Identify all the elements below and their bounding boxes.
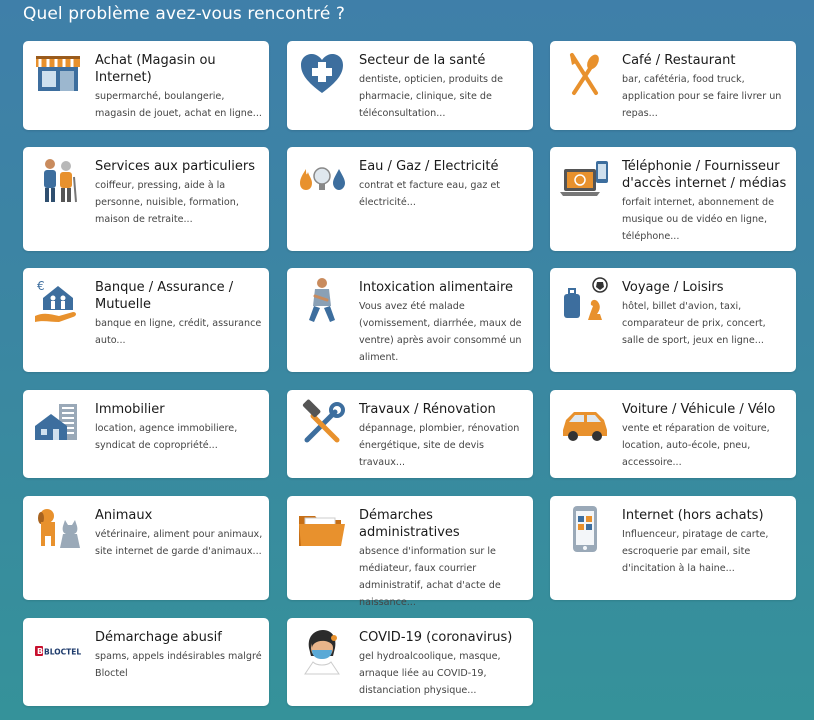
card-description: gel hydroalcoolique, masque, arnaque lié… <box>359 651 501 696</box>
card-title: Intoxication alimentaire <box>359 280 514 295</box>
card-intoxication[interactable]: Intoxication alimentaire Vous avez été m… <box>287 268 533 372</box>
card-description: dépannage, plombier, rénovation énergéti… <box>359 423 520 468</box>
smartphone-icon <box>560 504 610 554</box>
page-title: Quel problème avez-vous rencontré ? <box>23 4 346 24</box>
sick-person-icon <box>297 276 347 326</box>
card-title: Démarches administratives <box>359 508 460 540</box>
card-telephonie-internet[interactable]: Téléphonie / Fournisseur d'accès interne… <box>550 147 796 251</box>
svg-text:B: B <box>37 647 43 656</box>
fork-knife-icon <box>560 49 610 99</box>
health-heart-icon <box>297 49 347 99</box>
card-description: dentiste, opticien, produits de pharmaci… <box>359 74 503 119</box>
people-icon <box>33 155 83 205</box>
card-title: Café / Restaurant <box>622 53 736 68</box>
utilities-icon <box>297 155 347 205</box>
card-title: Animaux <box>95 508 153 523</box>
card-voyage-loisirs[interactable]: Voyage / Loisirs hôtel, billet d'avion, … <box>550 268 796 372</box>
card-description: absence d'information sur le médiateur, … <box>359 546 501 608</box>
card-description: vétérinaire, aliment pour animaux, site … <box>95 529 263 557</box>
card-description: bar, cafétéria, food truck, application … <box>622 74 782 119</box>
card-demarches-administratives[interactable]: Démarches administratives absence d'info… <box>287 496 533 608</box>
hammer-wrench-icon <box>297 398 347 448</box>
shop-icon <box>33 49 83 99</box>
card-title: Services aux particuliers <box>95 159 255 174</box>
folder-icon <box>297 504 347 554</box>
card-cafe-restaurant[interactable]: Café / Restaurant bar, cafétéria, food t… <box>550 41 796 130</box>
card-description: vente et réparation de voiture, location… <box>622 423 770 468</box>
laptop-phone-icon <box>560 155 610 205</box>
card-title: Internet (hors achats) <box>622 508 764 523</box>
car-icon <box>560 398 610 448</box>
bloctel-logo-text: BLOCTEL <box>44 648 81 657</box>
card-title: Eau / Gaz / Electricité <box>359 159 499 174</box>
card-description: spams, appels indésirables malgré Blocte… <box>95 651 262 679</box>
dog-cat-icon <box>33 504 83 554</box>
card-achat[interactable]: Achat (Magasin ou Internet) supermarché,… <box>23 41 269 130</box>
card-description: location, agence immobiliere, syndicat d… <box>95 423 238 451</box>
card-description: contrat et facture eau, gaz et électrici… <box>359 180 501 208</box>
bloctel-logo-icon: B BLOCTEL <box>33 626 83 676</box>
svg-text:€: € <box>37 279 45 293</box>
card-services-particuliers[interactable]: Services aux particuliers coiffeur, pres… <box>23 147 269 251</box>
card-title: Banque / Assurance / Mutuelle <box>95 280 234 312</box>
card-title: Immobilier <box>95 402 165 417</box>
card-title: Démarchage abusif <box>95 630 222 645</box>
card-banque-assurance[interactable]: € Banque / Assurance / Mutuelle banque e… <box>23 268 269 372</box>
card-title: Téléphonie / Fournisseur d'accès interne… <box>622 159 787 191</box>
buildings-icon <box>33 398 83 448</box>
card-title: Voiture / Véhicule / Vélo <box>622 402 776 417</box>
card-covid-19[interactable]: COVID-19 (coronavirus) gel hydroalcooliq… <box>287 618 533 706</box>
travel-leisure-icon <box>560 276 610 326</box>
card-description: Influenceur, piratage de carte, escroque… <box>622 529 769 574</box>
bank-house-hand-icon: € <box>33 276 83 326</box>
card-eau-gaz-electricite[interactable]: Eau / Gaz / Electricité contrat et factu… <box>287 147 533 251</box>
card-sante[interactable]: Secteur de la santé dentiste, opticien, … <box>287 41 533 130</box>
card-title: Secteur de la santé <box>359 53 486 68</box>
card-description: supermarché, boulangerie, magasin de jou… <box>95 91 262 119</box>
card-title: Travaux / Rénovation <box>359 402 496 417</box>
card-description: Vous avez été malade (vomissement, diarr… <box>359 301 522 363</box>
card-title: COVID-19 (coronavirus) <box>359 630 513 645</box>
card-voiture-vehicule[interactable]: Voiture / Véhicule / Vélo vente et répar… <box>550 390 796 478</box>
card-animaux[interactable]: Animaux vétérinaire, aliment pour animau… <box>23 496 269 600</box>
card-demarchage-abusif[interactable]: B BLOCTEL Démarchage abusif spams, appel… <box>23 618 269 706</box>
card-title: Achat (Magasin ou Internet) <box>95 53 216 85</box>
card-internet-hors-achats[interactable]: Internet (hors achats) Influenceur, pira… <box>550 496 796 600</box>
card-immobilier[interactable]: Immobilier location, agence immobiliere,… <box>23 390 269 478</box>
card-description: hôtel, billet d'avion, taxi, comparateur… <box>622 301 766 346</box>
card-title: Voyage / Loisirs <box>622 280 724 295</box>
masked-person-icon <box>297 626 347 676</box>
card-description: coiffeur, pressing, aide à la personne, … <box>95 180 239 225</box>
card-description: banque en ligne, crédit, assurance auto.… <box>95 318 262 346</box>
card-description: forfait internet, abonnement de musique … <box>622 197 774 242</box>
card-travaux-renovation[interactable]: Travaux / Rénovation dépannage, plombier… <box>287 390 533 478</box>
